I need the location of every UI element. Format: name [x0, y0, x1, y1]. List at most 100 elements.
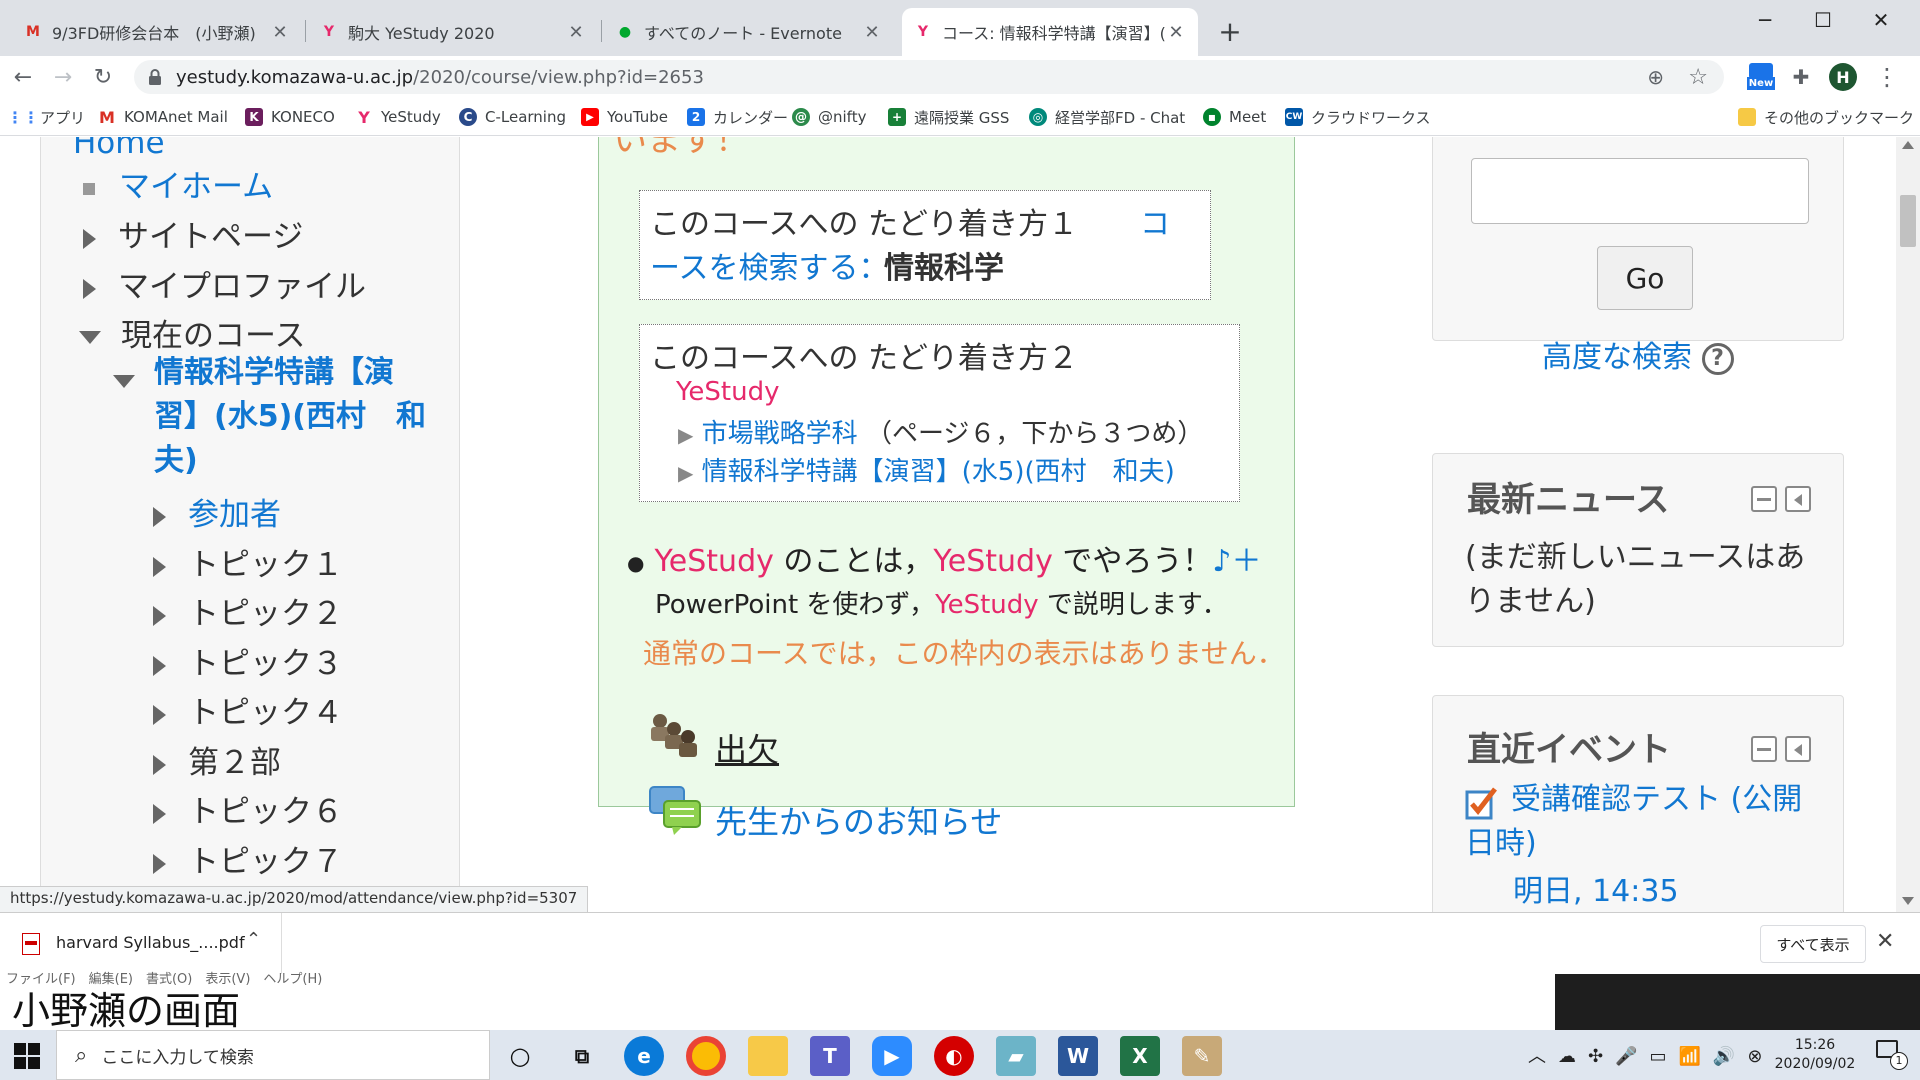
scroll-down-icon[interactable]	[1902, 897, 1914, 905]
bookmark-apps[interactable]: ⋮⋮ アプリ	[7, 106, 85, 128]
dock-block-icon[interactable]	[1785, 486, 1811, 512]
gmail-icon: M	[99, 107, 115, 127]
nav-course-toggle[interactable]	[113, 362, 155, 398]
menu-kebab-icon[interactable]: ⋮	[1872, 62, 1902, 92]
course-search-link-a[interactable]: コ	[1140, 199, 1170, 243]
forward-button[interactable]: →	[46, 60, 80, 94]
help-icon[interactable]: ?	[1701, 342, 1734, 375]
nav-home[interactable]: Home	[73, 137, 165, 161]
show-all-button[interactable]: すべて表示	[1760, 925, 1866, 963]
close-icon[interactable]: ✕	[1166, 22, 1186, 43]
bookmark-label: YeStudy	[381, 108, 441, 126]
app-icon[interactable]: ▰	[996, 1036, 1036, 1076]
minimize-button[interactable]: ─	[1736, 0, 1794, 40]
taskbar-search[interactable]: ⌕ ここに入力して検索	[56, 1030, 490, 1080]
department-link[interactable]: 市場戦略学科	[702, 419, 858, 449]
bookmark-c-learning[interactable]: C C-Learning	[459, 106, 566, 128]
windows-start-icon[interactable]	[14, 1043, 40, 1069]
bookmark-komanet-mail[interactable]: M KOMAnet Mail	[98, 106, 228, 128]
course-link[interactable]: 情報科学特講【演習】(水5)(西村 和夫)	[702, 457, 1175, 487]
search-input[interactable]	[1471, 158, 1809, 224]
nav-my-home[interactable]: マイホーム	[83, 161, 273, 206]
nav-topic-7[interactable]: トピック７	[153, 836, 343, 881]
extensions-puzzle-icon[interactable]: ✚	[1786, 62, 1816, 92]
advanced-search-link[interactable]: 高度な検索 ?	[1542, 332, 1734, 376]
teacher-news-link[interactable]: 先生からのお知らせ	[715, 797, 1002, 843]
cortana-icon[interactable]: ○	[500, 1036, 540, 1076]
address-bar[interactable]: yestudy.komazawa-u.ac.jp/2020/course/vie…	[134, 60, 1724, 94]
chrome-icon[interactable]	[686, 1036, 726, 1076]
background-dark-window	[1555, 974, 1920, 1030]
profile-avatar[interactable]: H	[1828, 62, 1858, 92]
close-icon[interactable]: ✕	[566, 22, 586, 43]
reload-button[interactable]: ↻	[86, 60, 120, 94]
clock[interactable]: 15:26 2020/09/02	[1760, 1036, 1870, 1074]
bookmark-youtube[interactable]: ▶ YouTube	[581, 106, 668, 128]
tab-yestudy[interactable]: Y 駒大 YeStudy 2020 ✕	[308, 8, 598, 56]
event-time[interactable]: 明日, 14:35	[1513, 866, 1679, 910]
close-icon[interactable]: ✕	[862, 22, 882, 43]
antivirus-icon[interactable]: ◐	[934, 1036, 974, 1076]
zoom-app-icon[interactable]: ▶	[872, 1036, 912, 1076]
vertical-scrollbar[interactable]	[1896, 137, 1920, 912]
music-note-icon: ♪＋	[1212, 544, 1262, 579]
excel-icon[interactable]: X	[1120, 1036, 1160, 1076]
system-tray-icons[interactable]: ︿☁✣🎤▭📶🔊⊗	[1528, 1042, 1774, 1068]
nav-current-course[interactable]: 現在のコース	[79, 310, 305, 355]
nav-topic-3[interactable]: トピック３	[153, 638, 343, 683]
tab-course[interactable]: Y コース: 情報科学特講【演習】(水5)(西村 和夫) ✕	[902, 8, 1198, 56]
extension-new-icon[interactable]: New	[1746, 62, 1776, 92]
new-tab-button[interactable]: +	[1212, 14, 1248, 50]
task-view-icon[interactable]: ⧉	[562, 1036, 602, 1076]
nav-participants[interactable]: 参加者	[153, 489, 281, 534]
yestudy-text: YeStudy	[933, 544, 1053, 579]
bookmark-crowdworks[interactable]: CW クラウドワークス	[1285, 106, 1431, 128]
attendance-link[interactable]: 出欠	[715, 725, 779, 771]
download-item[interactable]: harvard Syllabus_....pdf ⌃	[0, 913, 282, 975]
nav-topic-1[interactable]: トピック１	[153, 539, 343, 584]
chevron-up-icon[interactable]: ⌃	[246, 929, 261, 950]
play-triangle-icon: ▶	[678, 423, 694, 447]
paint-icon[interactable]: ✎	[1182, 1036, 1222, 1076]
bookmark-calendar[interactable]: 2 カレンダー	[687, 106, 788, 128]
zoom-icon[interactable]: ⊕	[1647, 65, 1664, 89]
nav-my-profile[interactable]: マイプロファイル	[83, 261, 366, 306]
yestudy-text: YeStudy	[935, 590, 1039, 620]
status-url: https://yestudy.komazawa-u.ac.jp/2020/mo…	[0, 886, 589, 914]
nav-topic-6[interactable]: トピック６	[153, 786, 343, 831]
nav-topic-4[interactable]: トピック４	[153, 687, 343, 732]
bookmark-chat[interactable]: ◎ 経営学部FD - Chat	[1029, 106, 1185, 128]
tab-gmail[interactable]: M 9/3FD研修会台本 (小野瀬) ✕	[12, 8, 302, 56]
back-button[interactable]: ←	[6, 60, 40, 94]
pdf-file-icon	[22, 933, 40, 955]
course-search-link-b[interactable]: ースを検索する：	[650, 243, 889, 287]
scroll-thumb[interactable]	[1900, 195, 1916, 247]
nav-course-name[interactable]: 情報科学特講【演 習】(水5)(西村 和 夫)	[154, 351, 426, 483]
nav-site-pages[interactable]: サイトページ	[83, 211, 303, 256]
maximize-button[interactable]: ☐	[1794, 0, 1852, 40]
bookmark-meet[interactable]: ▪ Meet	[1203, 106, 1266, 128]
edge-icon[interactable]: e	[624, 1036, 664, 1076]
close-icon[interactable]: ✕	[1876, 929, 1894, 954]
bookmark-yestudy[interactable]: Y YeStudy	[355, 106, 441, 128]
dock-block-icon[interactable]	[1785, 736, 1811, 762]
nav-topic-2[interactable]: トピック２	[153, 588, 343, 633]
file-explorer-icon[interactable]	[748, 1036, 788, 1076]
bookmark-nifty[interactable]: @ @nifty	[792, 106, 866, 128]
word-icon[interactable]: W	[1058, 1036, 1098, 1076]
notification-icon[interactable]: 1	[1876, 1040, 1908, 1070]
nav-part-2[interactable]: 第２部	[153, 737, 281, 782]
close-window-button[interactable]: ✕	[1852, 0, 1910, 40]
minimize-block-icon[interactable]	[1751, 736, 1777, 762]
scroll-up-icon[interactable]	[1902, 141, 1914, 149]
bookmark-koneco[interactable]: K KONECO	[245, 106, 335, 128]
event-link[interactable]: 受講確認テスト (公開 日時)	[1465, 778, 1802, 866]
teams-icon[interactable]: T	[810, 1036, 850, 1076]
go-button[interactable]: Go	[1597, 246, 1693, 310]
tab-evernote[interactable]: ● すべてのノート - Evernote ✕	[604, 8, 894, 56]
minimize-block-icon[interactable]	[1751, 486, 1777, 512]
star-icon[interactable]: ☆	[1688, 65, 1708, 90]
bookmark-other[interactable]: その他のブックマーク	[1738, 106, 1914, 128]
bookmark-gss[interactable]: + 遠隔授業 GSS	[888, 106, 1009, 128]
close-icon[interactable]: ✕	[270, 22, 290, 43]
